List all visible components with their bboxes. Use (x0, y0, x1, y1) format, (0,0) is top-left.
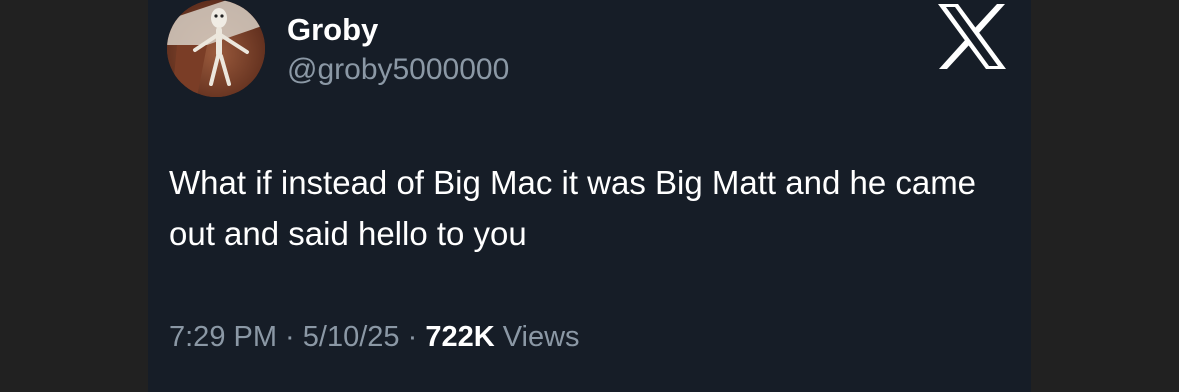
views-label: Views (502, 321, 580, 353)
x-logo-icon[interactable] (936, 3, 1008, 70)
tweet-meta: 7:29 PM · 5/10/25 · 722K Views (169, 319, 580, 355)
author-handle[interactable]: @groby5000000 (287, 52, 509, 88)
tweet-date[interactable]: 5/10/25 (303, 321, 400, 353)
tweet-card: Groby @groby5000000 What if instead of B… (148, 0, 1031, 392)
tweet-text: What if instead of Big Mac it was Big Ma… (169, 164, 977, 252)
views-count: 722K (425, 321, 495, 353)
meta-separator: · (277, 321, 303, 353)
avatar[interactable] (167, 0, 265, 97)
tweet-time[interactable]: 7:29 PM (169, 321, 277, 353)
author-name[interactable]: Groby (287, 12, 378, 48)
meta-separator: · (399, 321, 426, 353)
